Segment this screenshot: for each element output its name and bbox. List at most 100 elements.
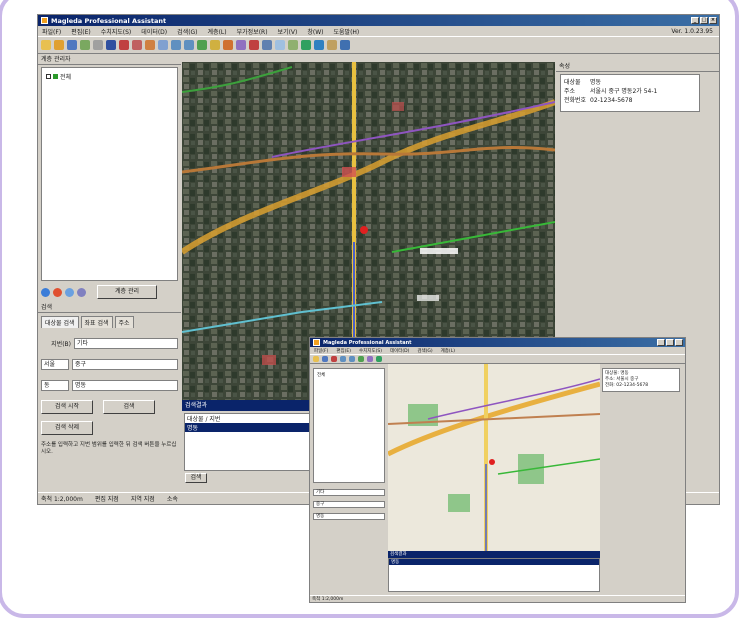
results-pane: 검색결과 명동 — [388, 551, 600, 596]
location-marker[interactable] — [489, 459, 495, 465]
menu-search[interactable]: 검색(G) — [417, 348, 432, 354]
table-row[interactable]: 명동 — [185, 423, 309, 432]
property-panel: 대상물: 명동 주소: 서울시 중구 전화: 02-1234-5678 — [602, 368, 684, 598]
menu-edit[interactable]: 편집(E) — [71, 27, 91, 36]
pan-icon[interactable] — [358, 356, 364, 362]
expand-icon[interactable] — [46, 74, 51, 79]
layer-icon[interactable] — [367, 356, 373, 362]
zoom-in-icon[interactable] — [171, 40, 181, 50]
select-icon[interactable] — [106, 40, 116, 50]
globe-icon[interactable] — [41, 287, 50, 297]
district-select[interactable]: 중구 — [313, 500, 385, 508]
tab-address[interactable]: 주소 — [114, 316, 134, 328]
line-icon[interactable] — [275, 40, 285, 50]
grid-icon[interactable] — [301, 40, 311, 50]
search-button[interactable]: 검색 — [103, 399, 155, 414]
zoom-out-icon[interactable] — [184, 40, 194, 50]
property-box: 대상물: 명동 주소: 서울시 중구 전화: 02-1234-5678 — [602, 368, 680, 392]
open-icon[interactable] — [54, 40, 64, 50]
layer-manage-button[interactable]: 계층 관리 — [97, 285, 157, 299]
menu-search[interactable]: 검색(G) — [177, 27, 197, 36]
zoom-in-icon[interactable] — [340, 356, 346, 362]
tab-coordinate-search[interactable]: 좌표 검색 — [80, 316, 113, 328]
lot-label: 지번(B) — [51, 341, 71, 348]
search-panel: 검색 대상물 검색 좌표 검색 주소 — [38, 303, 181, 328]
app-icon — [313, 339, 320, 346]
print-icon[interactable] — [80, 40, 90, 50]
secondary-window: Magleda Professional Assistant 파일(F) 편집(… — [309, 337, 686, 603]
save-icon[interactable] — [67, 40, 77, 50]
search-delete-button[interactable]: 검색 삭제 — [41, 420, 93, 435]
photo-icon[interactable] — [314, 40, 324, 50]
window-icon[interactable] — [340, 40, 350, 50]
cut-icon[interactable] — [145, 40, 155, 50]
property-key: 대상물 — [564, 79, 581, 86]
preview-icon[interactable] — [93, 40, 103, 50]
menu-data[interactable]: 데이터(D) — [390, 348, 409, 354]
district-select[interactable]: 중구 — [72, 359, 178, 370]
copy-icon[interactable] — [158, 40, 168, 50]
menu-file[interactable]: 파일(F) — [42, 27, 61, 36]
results-tab[interactable]: 검색 — [185, 473, 207, 483]
maximize-button[interactable]: □ — [700, 17, 708, 24]
maximize-button[interactable] — [666, 339, 674, 346]
lot-select[interactable]: 기타 — [74, 338, 178, 349]
area-icon[interactable] — [223, 40, 233, 50]
close-button[interactable]: × — [709, 17, 717, 24]
menu-extra[interactable]: 부가정보(R) — [237, 27, 268, 36]
search-start-button[interactable]: 검색 시작 — [41, 399, 93, 414]
menu-layer[interactable]: 계층(L) — [441, 348, 455, 354]
left-panel: 계층 관리자 전체 계층 관리 검색 대상물 검색 좌표 검색 주소 지번(B)… — [38, 55, 181, 492]
menu-digital-map[interactable]: 수치지도(S) — [359, 348, 382, 354]
layer-tree[interactable]: 전체 — [41, 67, 178, 281]
street-map[interactable] — [388, 364, 600, 551]
undo-icon[interactable] — [119, 40, 129, 50]
grid-icon[interactable] — [376, 356, 382, 362]
delete-layer-icon[interactable] — [53, 287, 62, 297]
dong-input[interactable]: 명동 — [72, 380, 178, 391]
menu-window[interactable]: 창(W) — [307, 27, 323, 36]
info-icon[interactable] — [262, 40, 272, 50]
tab-object-search[interactable]: 대상물 검색 — [41, 316, 79, 328]
layer-panel-title: 계층 관리자 — [38, 55, 181, 65]
measure-icon[interactable] — [210, 40, 220, 50]
property-key: 주소 — [564, 88, 576, 95]
status-scale: 축척 1:2,000m — [41, 496, 83, 503]
toolbar — [38, 36, 719, 54]
menu-file[interactable]: 파일(F) — [314, 348, 328, 354]
menu-view[interactable]: 보기(V) — [278, 27, 298, 36]
city-select[interactable]: 서울 — [41, 359, 69, 370]
menu-data[interactable]: 데이터(D) — [141, 27, 167, 36]
results-table: 명동 — [388, 558, 600, 592]
tool-icon[interactable] — [327, 40, 337, 50]
redo-icon[interactable] — [132, 40, 142, 50]
zoom-out-icon[interactable] — [349, 356, 355, 362]
properties-icon[interactable] — [65, 287, 74, 297]
save-icon[interactable] — [322, 356, 328, 362]
title-bar: Magleda Professional Assistant — [310, 338, 685, 347]
pan-icon[interactable] — [197, 40, 207, 50]
lot-select[interactable]: 기타 — [313, 488, 385, 496]
table-row[interactable]: 명동 — [389, 559, 599, 565]
dong-input[interactable]: 명동 — [313, 512, 385, 520]
undo-icon[interactable] — [331, 356, 337, 362]
layer-tree[interactable]: 전체 — [313, 368, 385, 483]
menu-bar: 파일(F) 편집(E) 수치지도(S) 데이터(D) 검색(G) 계층(L) — [310, 347, 685, 354]
new-icon[interactable] — [41, 40, 51, 50]
polygon-icon[interactable] — [288, 40, 298, 50]
refresh-icon[interactable] — [77, 287, 86, 297]
layer-tree-node[interactable]: 전체 — [46, 72, 173, 81]
location-marker[interactable] — [360, 226, 368, 234]
menu-help[interactable]: 도움말(H) — [334, 27, 360, 36]
layer-icon[interactable] — [236, 40, 246, 50]
menu-layer[interactable]: 계층(L) — [208, 27, 227, 36]
close-button[interactable] — [675, 339, 683, 346]
dong-select[interactable]: 동 — [41, 380, 69, 391]
minimize-button[interactable]: _ — [691, 17, 699, 24]
marker-icon[interactable] — [249, 40, 259, 50]
new-icon[interactable] — [313, 356, 319, 362]
menu-edit[interactable]: 편집(E) — [336, 348, 351, 354]
app-icon — [41, 17, 48, 24]
menu-digital-map[interactable]: 수치지도(S) — [101, 27, 132, 36]
minimize-button[interactable] — [657, 339, 665, 346]
